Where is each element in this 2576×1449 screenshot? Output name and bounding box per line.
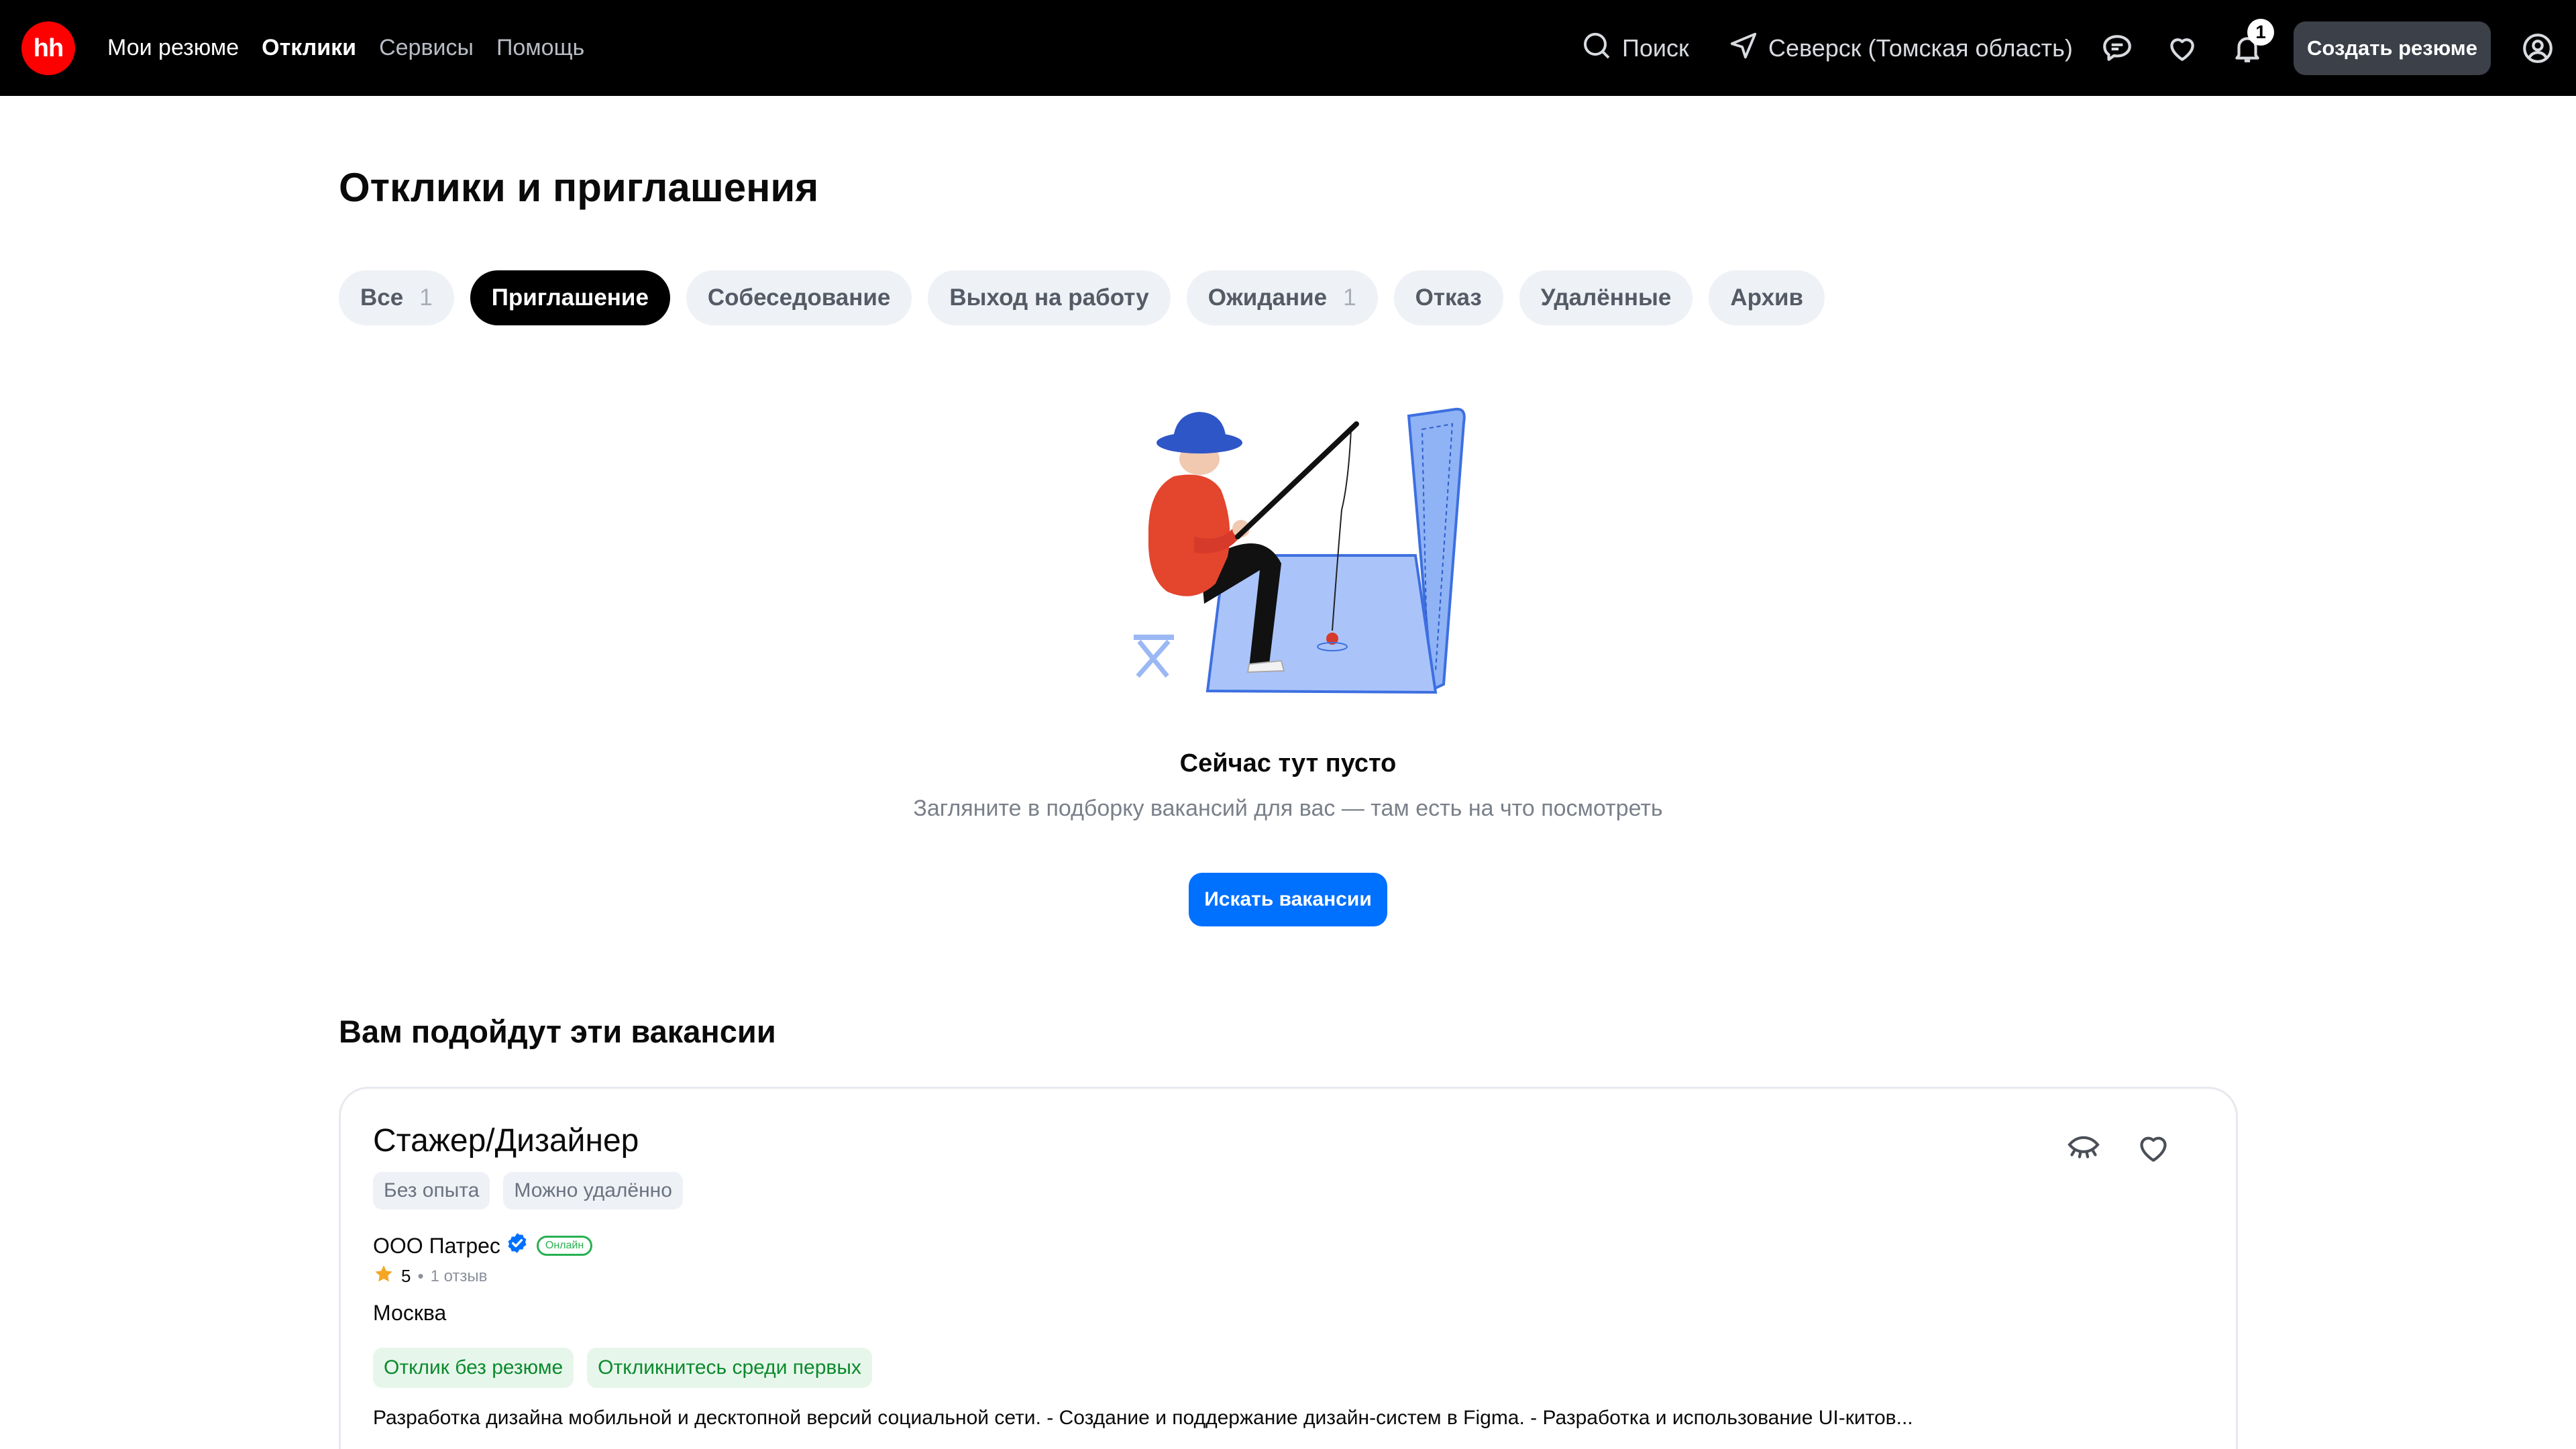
page-title: Отклики и приглашения	[339, 165, 819, 210]
vacancy-card[interactable]: Стажер/Дизайнер Без опыта Можно удалённо…	[339, 1087, 2238, 1449]
highlight-no-resume: Отклик без резюме	[373, 1348, 574, 1388]
notifications-count-badge: 1	[2247, 19, 2274, 46]
heart-icon[interactable]	[2163, 30, 2201, 67]
highlight-be-first: Откликнитесь среди первых	[587, 1348, 872, 1388]
create-resume-button[interactable]: Создать резюме	[2294, 21, 2491, 75]
tab-archive[interactable]: Архив	[1709, 270, 1825, 325]
rating-row: 5 • 1 отзыв	[373, 1263, 487, 1289]
eye-closed-icon[interactable]	[2063, 1128, 2104, 1168]
tab-interview[interactable]: Собеседование	[686, 270, 912, 325]
verified-icon	[506, 1232, 529, 1260]
nav-my-resumes[interactable]: Мои резюме	[107, 35, 239, 61]
user-icon[interactable]	[2519, 30, 2557, 67]
online-badge: Онлайн	[536, 1236, 593, 1256]
search-icon	[1580, 30, 1613, 68]
vacancy-highlights: Отклик без резюме Откликнитесь среди пер…	[373, 1348, 872, 1388]
tab-rejection[interactable]: Отказ	[1393, 270, 1503, 325]
tab-label: Ожидание	[1208, 284, 1328, 311]
tab-job-start[interactable]: Выход на работу	[928, 270, 1171, 325]
tab-label: Архив	[1730, 284, 1804, 311]
recommendations-title: Вам подойдут эти вакансии	[339, 1014, 776, 1049]
search-vacancies-button[interactable]: Искать вакансии	[1189, 873, 1387, 926]
tab-all[interactable]: Все 1	[339, 270, 454, 325]
nav-responses[interactable]: Отклики	[262, 35, 356, 61]
separator-dot: •	[417, 1266, 424, 1286]
heart-icon[interactable]	[2133, 1128, 2174, 1168]
tab-count: 1	[1343, 284, 1356, 311]
empty-state-title: Сейчас тут пусто	[1179, 749, 1397, 777]
tab-label: Отказ	[1415, 284, 1482, 311]
rating-value: 5	[401, 1266, 411, 1286]
tab-deleted[interactable]: Удалённые	[1519, 270, 1693, 325]
tab-label: Все	[360, 284, 404, 311]
tab-count: 1	[419, 284, 433, 311]
main-nav: Мои резюме Отклики Сервисы Помощь	[107, 0, 584, 96]
vacancy-title[interactable]: Стажер/Дизайнер	[373, 1122, 639, 1159]
search-link[interactable]: Поиск	[1580, 30, 1689, 67]
vacancy-tags: Без опыта Можно удалённо	[373, 1172, 683, 1210]
vacancy-description: Разработка дизайна мобильной и десктопно…	[373, 1407, 1913, 1429]
nav-services[interactable]: Сервисы	[379, 35, 474, 61]
star-icon	[373, 1263, 394, 1289]
tab-label: Приглашение	[491, 284, 649, 311]
empty-state-illustration	[1093, 402, 1483, 711]
chat-icon[interactable]	[2098, 30, 2136, 67]
top-navigation-bar: hh Мои резюме Отклики Сервисы Помощь Пои…	[0, 0, 2576, 96]
tab-label: Удалённые	[1540, 284, 1672, 311]
hh-logo[interactable]: hh	[21, 21, 75, 75]
company-name[interactable]: ООО Патрес	[373, 1234, 500, 1258]
nav-help[interactable]: Помощь	[496, 35, 584, 61]
tab-waiting[interactable]: Ожидание 1	[1186, 270, 1378, 325]
empty-state-subtitle: Загляните в подборку вакансий для вас — …	[913, 796, 1663, 821]
location-arrow-icon	[1728, 30, 1759, 67]
tag-remote: Можно удалённо	[503, 1172, 683, 1210]
company-row: ООО Патрес Онлайн	[373, 1232, 593, 1260]
tab-invitation[interactable]: Приглашение	[470, 270, 670, 325]
tab-label: Выход на работу	[949, 284, 1149, 311]
location-label: Северск (Томская область)	[1768, 34, 2073, 62]
tab-label: Собеседование	[707, 284, 891, 311]
vacancy-city: Москва	[373, 1301, 447, 1325]
reviews-count[interactable]: 1 отзыв	[431, 1267, 488, 1286]
search-label: Поиск	[1622, 34, 1689, 62]
location-selector[interactable]: Северск (Томская область)	[1728, 30, 2073, 67]
tag-no-experience: Без опыта	[373, 1172, 490, 1210]
status-tabs: Все 1 Приглашение Собеседование Выход на …	[339, 270, 1825, 325]
